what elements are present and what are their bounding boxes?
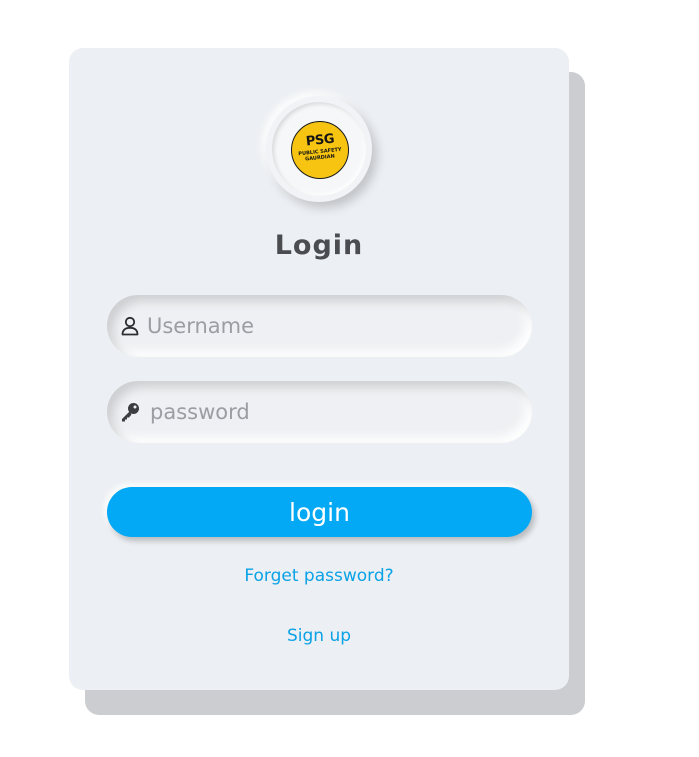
- sign-up-link[interactable]: Sign up: [69, 626, 569, 646]
- password-field: [107, 381, 532, 443]
- username-field: [107, 295, 532, 357]
- password-input[interactable]: [150, 381, 520, 443]
- forgot-password-link[interactable]: Forget password?: [69, 566, 569, 586]
- logo-inner-ring: PSG PUBLIC SAFETY GAURDIAN: [272, 102, 366, 196]
- login-page: PSG PUBLIC SAFETY GAURDIAN Login login: [0, 0, 699, 757]
- login-card: PSG PUBLIC SAFETY GAURDIAN Login login: [69, 48, 569, 690]
- key-icon: [122, 403, 139, 422]
- psg-logo: PSG PUBLIC SAFETY GAURDIAN: [291, 121, 349, 179]
- user-icon: [121, 316, 139, 336]
- page-title: Login: [274, 230, 364, 261]
- username-input[interactable]: [147, 295, 517, 357]
- login-button[interactable]: login: [107, 487, 532, 537]
- logo-container: PSG PUBLIC SAFETY GAURDIAN: [266, 96, 372, 202]
